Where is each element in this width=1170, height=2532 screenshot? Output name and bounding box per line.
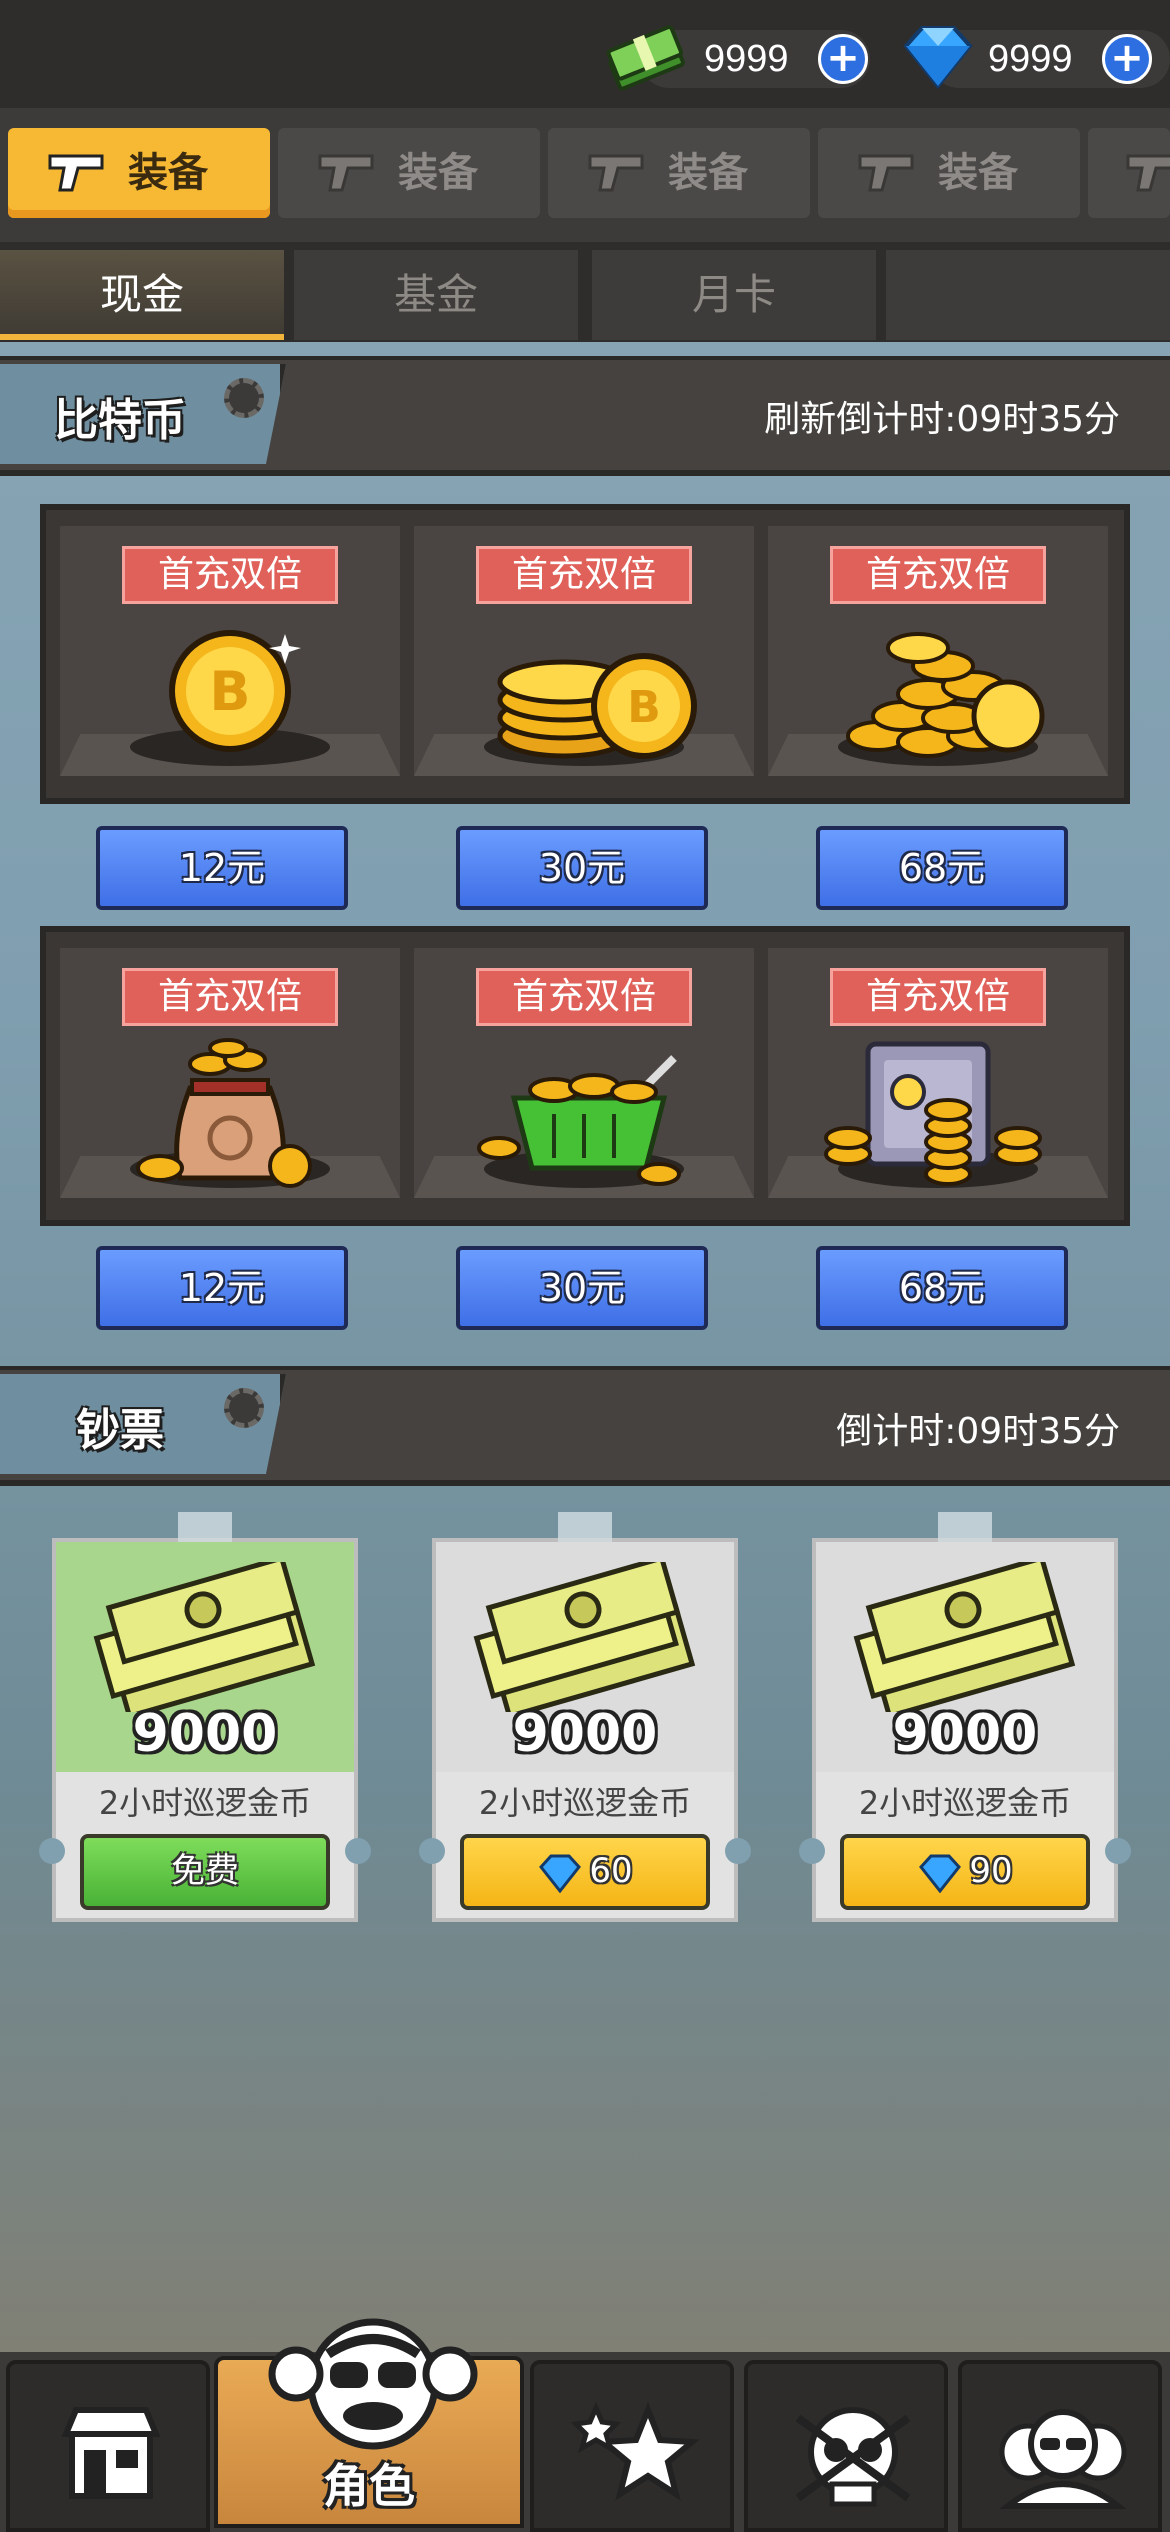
first-recharge-badge: 首充双倍: [122, 546, 338, 604]
cash-card-label: 2小时巡逻金币: [98, 1784, 312, 1822]
gem-amount: 9999: [988, 38, 1073, 80]
buy-12-button[interactable]: 12元: [96, 1246, 348, 1330]
buy-with-90-gems-button[interactable]: 90: [840, 1834, 1090, 1910]
svg-text:B: B: [627, 682, 661, 733]
coin-bag-icon: [136, 1038, 312, 1188]
gem-icon: [919, 1854, 962, 1893]
team-icon: [999, 2409, 1127, 2509]
coin-basket-icon: [477, 1055, 681, 1186]
gem-icon: [539, 1854, 582, 1893]
cash-stack-icon: [853, 1562, 1076, 1712]
tab-equipment-1[interactable]: 装备: [8, 128, 270, 218]
shelf-slot: B 首充双倍: [414, 526, 754, 776]
refresh-countdown: 刷新倒计时:09时35分: [764, 399, 1120, 440]
shelf-slot: 首充双倍: [414, 948, 754, 1198]
character-icon: [268, 2318, 478, 2450]
section-title: 比特币: [54, 395, 186, 446]
gear-icon: [224, 378, 264, 418]
coin-safe-icon: [824, 1041, 1042, 1186]
cash-stack-icon: [93, 1562, 316, 1712]
cash-card-label: 2小时巡逻金币: [858, 1784, 1072, 1822]
tab-label: 装备: [128, 150, 208, 196]
cash-icon: [606, 25, 685, 91]
buy-68-button[interactable]: 68元: [816, 826, 1068, 910]
subtab-cash[interactable]: 现金: [0, 250, 284, 340]
gem-cost: 90: [969, 1851, 1013, 1891]
banknote-section-header: 钞票 倒计时:09时35分: [0, 1366, 1170, 1486]
svg-text:B: B: [209, 660, 250, 723]
add-gems-button[interactable]: +: [1102, 34, 1152, 84]
gem-cost: 60: [589, 1851, 633, 1891]
coin-stack-icon: B: [497, 653, 697, 759]
buy-30-button[interactable]: 30元: [456, 1246, 708, 1330]
buy-68-button[interactable]: 68元: [816, 1246, 1068, 1330]
first-recharge-badge: 首充双倍: [476, 968, 692, 1026]
bitcoin-section-header: 比特币 刷新倒计时:09时35分: [0, 356, 1170, 476]
stars-icon: [570, 2401, 700, 2501]
coin-pile-icon: [846, 632, 1045, 758]
cash-card-60: 9000 2小时巡逻金币 60: [419, 1512, 751, 1922]
tab-label: 装备: [938, 150, 1018, 196]
gem-icon: [903, 26, 973, 90]
first-recharge-badge: 首充双倍: [122, 968, 338, 1026]
cash-amount: 9000: [512, 1704, 658, 1764]
shop-shelf-row-2: 首充双倍 首充双倍 首充双倍: [40, 926, 1130, 1226]
shelf-slot: 首充双倍: [768, 948, 1108, 1198]
pistol-icon: [588, 154, 644, 192]
tab-label: 装备: [668, 150, 748, 196]
skull-icon: [795, 2407, 911, 2507]
subtab-empty[interactable]: [886, 250, 1170, 340]
section-title: 钞票: [76, 1405, 164, 1456]
pistol-icon: [318, 154, 374, 192]
claim-free-button[interactable]: 免费: [80, 1834, 330, 1910]
nav-character[interactable]: 角色: [214, 2318, 524, 2528]
cash-card-90: 9000 2小时巡逻金币 90: [799, 1512, 1131, 1922]
cash-stack-icon: [473, 1562, 696, 1712]
buy-12-button[interactable]: 12元: [96, 826, 348, 910]
shelf-slot: 首充双倍: [60, 948, 400, 1198]
single-coin-icon: B: [169, 630, 301, 752]
cash-amount: 9999: [704, 38, 789, 80]
cash-amount: 9000: [892, 1704, 1038, 1764]
claim-free-label: 免费: [171, 1851, 239, 1891]
tab-equipment-4[interactable]: 装备: [818, 128, 1080, 218]
nav-stars[interactable]: [530, 2360, 734, 2532]
buy-30-button[interactable]: 30元: [456, 826, 708, 910]
nav-team[interactable]: [958, 2360, 1162, 2532]
countdown: 倒计时:09时35分: [836, 1411, 1120, 1452]
shelf-slot: 首充双倍: [768, 526, 1108, 776]
first-recharge-badge: 首充双倍: [476, 546, 692, 604]
gear-icon: [224, 1388, 264, 1428]
nav-shop[interactable]: [6, 2360, 210, 2532]
tab-equipment-3[interactable]: 装备: [548, 128, 810, 218]
shelf-slot: B 首充双倍: [60, 526, 400, 776]
pistol-icon: [1126, 154, 1170, 192]
subtab-fund[interactable]: 基金: [294, 250, 578, 340]
first-recharge-badge: 首充双倍: [830, 968, 1046, 1026]
pistol-icon: [858, 154, 914, 192]
cash-card-label: 2小时巡逻金币: [478, 1784, 692, 1822]
tab-label: 装备: [398, 150, 478, 196]
cash-card-free: 9000 2小时巡逻金币 免费: [39, 1512, 371, 1922]
buy-with-60-gems-button[interactable]: 60: [460, 1834, 710, 1910]
cash-amount: 9000: [132, 1704, 278, 1764]
shop-shelf-row-1: B 首充双倍 B 首充双倍 首充双倍: [40, 504, 1130, 804]
tab-equipment-2[interactable]: 装备: [278, 128, 540, 218]
pistol-icon: [48, 154, 104, 192]
first-recharge-badge: 首充双倍: [830, 546, 1046, 604]
add-cash-button[interactable]: +: [818, 34, 868, 84]
subtab-monthly-card[interactable]: 月卡: [592, 250, 876, 340]
tab-equipment-5[interactable]: [1088, 128, 1170, 218]
nav-character-label: 角色: [323, 2459, 415, 2513]
nav-boss[interactable]: [744, 2360, 948, 2532]
shop-icon: [61, 2407, 161, 2499]
